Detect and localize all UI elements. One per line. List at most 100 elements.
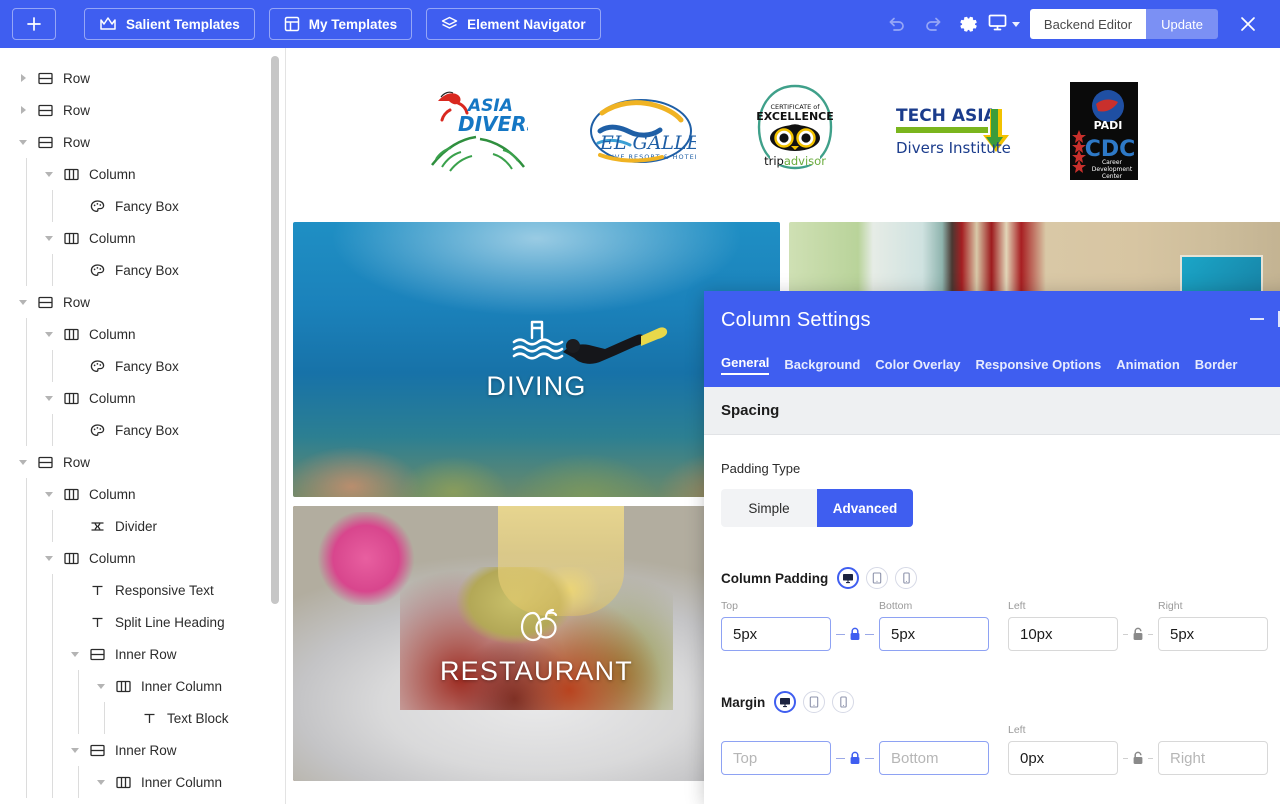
redo-button[interactable] bbox=[915, 6, 951, 42]
tree-guide-line bbox=[104, 702, 105, 734]
tree-item-row[interactable]: Row bbox=[0, 126, 285, 158]
sidebar-scrollbar-track[interactable] bbox=[271, 48, 279, 804]
margin-tb-link[interactable] bbox=[831, 741, 879, 775]
column-padding-left-input[interactable] bbox=[1008, 617, 1118, 651]
glass-decor bbox=[497, 506, 625, 616]
tree-item-row[interactable]: Row bbox=[0, 62, 285, 94]
fancy-box-icon bbox=[86, 263, 108, 278]
tree-item-row[interactable]: Row bbox=[0, 446, 285, 478]
tree-item-text-block[interactable]: Text Block bbox=[0, 702, 285, 734]
margin-desktop-icon[interactable] bbox=[774, 691, 797, 713]
tree-item-fancy-box[interactable]: Fancy Box bbox=[0, 190, 285, 222]
panel-tab-responsive-options[interactable]: Responsive Options bbox=[976, 357, 1102, 375]
margin-left-input[interactable] bbox=[1008, 741, 1118, 775]
lock-open-icon[interactable] bbox=[1132, 751, 1144, 765]
margin-bottom-input[interactable] bbox=[879, 741, 989, 775]
expand-arrow-icon[interactable] bbox=[16, 103, 30, 117]
backend-editor-button[interactable]: Backend Editor bbox=[1029, 9, 1147, 39]
panel-tab-background[interactable]: Background bbox=[784, 357, 860, 375]
panel-tab-general[interactable]: General bbox=[721, 355, 770, 375]
column-padding-mobile-icon[interactable] bbox=[895, 567, 918, 589]
tree-item-split-line-heading[interactable]: Split Line Heading bbox=[0, 606, 285, 638]
tree-item-column[interactable]: Column bbox=[0, 542, 285, 574]
column-padding-desktop-icon[interactable] bbox=[837, 567, 860, 589]
tree-item-row[interactable]: Row bbox=[0, 286, 285, 318]
tree-item-column[interactable]: Column bbox=[0, 158, 285, 190]
padding-type-toggle[interactable]: Simple Advanced bbox=[721, 489, 913, 527]
tree-item-inner-row[interactable]: Inner Row bbox=[0, 638, 285, 670]
tree-item-fancy-box[interactable]: Fancy Box bbox=[0, 414, 285, 446]
column-padding-tb-link[interactable] bbox=[831, 617, 879, 651]
margin-tablet-icon[interactable] bbox=[803, 691, 826, 713]
divider-icon bbox=[86, 519, 108, 534]
collapse-arrow-icon[interactable] bbox=[42, 167, 56, 181]
collapse-arrow-icon[interactable] bbox=[68, 743, 82, 757]
panel-tab-animation[interactable]: Animation bbox=[1116, 357, 1180, 375]
collapse-arrow-icon[interactable] bbox=[42, 487, 56, 501]
tree-item-label: Fancy Box bbox=[115, 422, 179, 438]
collapse-arrow-icon[interactable] bbox=[16, 455, 30, 469]
column-padding-left-caption: Left bbox=[1008, 600, 1026, 612]
collapse-arrow-icon[interactable] bbox=[94, 679, 108, 693]
svg-text:PADI: PADI bbox=[1094, 119, 1123, 132]
undo-button[interactable] bbox=[879, 6, 915, 42]
column-padding-top-input[interactable] bbox=[721, 617, 831, 651]
tree-item-column[interactable]: Column bbox=[0, 478, 285, 510]
tree-item-fancy-box[interactable]: Fancy Box bbox=[0, 350, 285, 382]
margin-label: Margin bbox=[721, 694, 766, 710]
collapse-arrow-icon[interactable] bbox=[68, 647, 82, 661]
tree-item-inner-row[interactable]: Inner Row bbox=[0, 734, 285, 766]
minimize-icon[interactable] bbox=[1250, 318, 1264, 320]
collapse-arrow-icon[interactable] bbox=[16, 295, 30, 309]
collapse-arrow-icon[interactable] bbox=[42, 231, 56, 245]
tree-item-responsive-text[interactable]: Responsive Text bbox=[0, 574, 285, 606]
sidebar-scrollbar-thumb[interactable] bbox=[271, 56, 279, 604]
margin-top-input[interactable] bbox=[721, 741, 831, 775]
close-button[interactable] bbox=[1230, 6, 1266, 42]
margin-right-input[interactable] bbox=[1158, 741, 1268, 775]
column-padding-right-input[interactable] bbox=[1158, 617, 1268, 651]
tree-guide-line bbox=[52, 414, 53, 446]
padding-type-advanced[interactable]: Advanced bbox=[817, 489, 913, 527]
margin-lr-link[interactable] bbox=[1118, 741, 1158, 775]
collapse-arrow-icon[interactable] bbox=[94, 775, 108, 789]
tree-item-column[interactable]: Column bbox=[0, 382, 285, 414]
add-element-button[interactable] bbox=[12, 8, 56, 40]
tree-item-column[interactable]: Column bbox=[0, 318, 285, 350]
update-button[interactable]: Update bbox=[1146, 9, 1218, 39]
padding-type-simple[interactable]: Simple bbox=[721, 489, 817, 527]
column-padding-lr-link[interactable] bbox=[1118, 617, 1158, 651]
device-preview-selector[interactable] bbox=[987, 12, 1020, 37]
lock-closed-icon[interactable] bbox=[849, 627, 861, 641]
expand-arrow-icon[interactable] bbox=[16, 71, 30, 85]
tree-item-column[interactable]: Column bbox=[0, 222, 285, 254]
tree-item-divider[interactable]: Divider bbox=[0, 510, 285, 542]
lock-closed-icon[interactable] bbox=[849, 751, 861, 765]
tree-item-fancy-box[interactable]: Fancy Box bbox=[0, 254, 285, 286]
tree-guide-line bbox=[26, 702, 27, 734]
column-padding-tablet-icon[interactable] bbox=[866, 567, 889, 589]
my-templates-button[interactable]: My Templates bbox=[268, 8, 413, 40]
tree-item-inner-column[interactable]: Inner Column bbox=[0, 766, 285, 798]
column-padding-bottom-input[interactable] bbox=[879, 617, 989, 651]
collapse-arrow-icon[interactable] bbox=[16, 135, 30, 149]
settings-button[interactable] bbox=[951, 6, 987, 42]
tree-item-inner-column[interactable]: Inner Column bbox=[0, 670, 285, 702]
margin-top-caption bbox=[721, 724, 831, 737]
tree-item-label: Row bbox=[63, 454, 91, 470]
collapse-arrow-icon[interactable] bbox=[42, 391, 56, 405]
column-settings-panel[interactable]: Column Settings General Background Color O… bbox=[704, 291, 1280, 804]
lock-open-icon[interactable] bbox=[1132, 627, 1144, 641]
panel-tab-color-overlay[interactable]: Color Overlay bbox=[875, 357, 960, 375]
margin-mobile-icon[interactable] bbox=[832, 691, 855, 713]
panel-tab-border[interactable]: Border bbox=[1195, 357, 1238, 375]
collapse-arrow-icon[interactable] bbox=[42, 551, 56, 565]
element-navigator-button[interactable]: Element Navigator bbox=[426, 8, 601, 40]
padding-type-label: Padding Type bbox=[721, 461, 801, 476]
salient-templates-button[interactable]: Salient Templates bbox=[84, 8, 255, 40]
tree-guide-line bbox=[26, 414, 27, 446]
collapse-arrow-icon[interactable] bbox=[42, 327, 56, 341]
column-icon bbox=[60, 551, 82, 566]
tree-item-row[interactable]: Row bbox=[0, 94, 285, 126]
tree-item-label: Column bbox=[89, 326, 136, 342]
